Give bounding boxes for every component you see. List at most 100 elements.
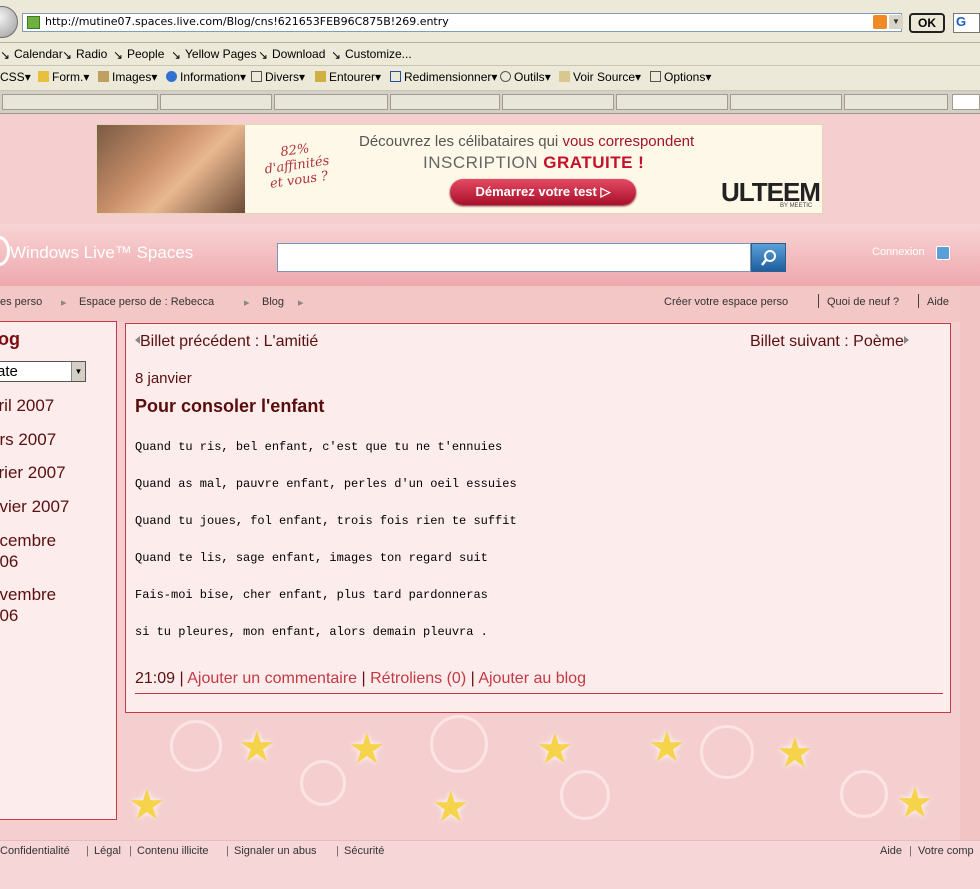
breadcrumb-separator-icon: ▸ [61,297,67,309]
create-space-link[interactable]: Créer votre espace perso [664,296,788,308]
browser-tab[interactable] [730,94,842,110]
page-edge [960,286,980,840]
browser-tab[interactable] [616,94,728,110]
breadcrumb-separator-icon: ▸ [298,297,304,309]
post-line: Quand tu joues, fol enfant, trois fois r… [135,514,517,528]
footer-account-link[interactable]: Votre comp [918,845,974,857]
swirl-decoration [840,770,888,818]
info-icon [166,71,177,82]
star-decoration: ★ [238,723,276,770]
arrow-right-icon: ▷ [600,184,611,199]
browser-tab[interactable] [390,94,500,110]
list-icon [251,71,262,82]
webdev-voir-source-menu[interactable]: Voir Source▾ [559,70,641,84]
star-decoration: ★ [128,781,166,828]
footer-separator: | [909,845,912,857]
post-line: Fais-moi bise, cher enfant, plus tard pa… [135,588,488,602]
bookmark-people[interactable]: ↘ People [113,47,164,62]
browser-tab[interactable] [160,94,272,110]
swirl-decoration [700,725,754,779]
webdev-divers-menu[interactable]: Divers▾ [251,70,305,84]
bookmark-radio[interactable]: ↘ Radio [62,47,107,62]
footer-separator: | [129,845,132,857]
star-decoration: ★ [432,783,470,830]
post-line: Quand as mal, pauvre enfant, perles d'un… [135,477,517,491]
post-title: Pour consoler l'enfant [135,396,325,416]
swirl-decoration [430,715,488,773]
url-input[interactable]: http://mutine07.spaces.live.com/Blog/cns… [22,13,903,32]
brand-title[interactable]: Windows Live™ Spaces [10,243,193,263]
url-text: http://mutine07.spaces.live.com/Blog/cns… [45,15,449,28]
post-line: Quand tu ris, bel enfant, c'est que tu n… [135,440,503,454]
images-icon [98,71,109,82]
ad-affinity-text: 82% d'affinités et vous ? [263,141,331,192]
footer-legal-link[interactable]: Légal [94,845,121,857]
webdev-css-menu[interactable]: CSS▾ [0,70,31,84]
browser-tab[interactable] [2,94,158,110]
search-icon [761,250,776,266]
footer-help-link[interactable]: Aide [880,845,902,857]
webdev-information-menu[interactable]: Information▾ [166,70,246,84]
bookmark-customize[interactable]: ↘ Customize... [331,47,412,62]
footer-illegal-content-link[interactable]: Contenu illicite [137,845,209,857]
add-to-blog-link[interactable]: Ajouter au blog [478,670,586,687]
browser-tab[interactable] [274,94,388,110]
resize-icon [390,71,401,82]
next-post-link[interactable]: Billet suivant : Poème [750,333,909,351]
footer-separator: | [226,845,229,857]
footer-privacy-link[interactable]: Confidentialité [0,845,70,857]
webdev-options-menu[interactable]: Options▾ [650,70,711,84]
trackbacks-link[interactable]: Rétroliens (0) [370,670,466,687]
archive-march-2007[interactable]: ars 2007 [0,429,56,450]
webdev-entourer-menu[interactable]: Entourer▾ [315,70,381,84]
bookmark-icon: ↘ [0,48,11,62]
clock-icon [500,71,511,82]
whats-new-link[interactable]: Quoi de neuf ? [827,296,899,308]
swirl-decoration [560,770,610,820]
source-icon [559,71,570,82]
archive-april-2007[interactable]: vril 2007 [0,395,54,416]
ad-couple-photo [97,125,245,213]
post-line: si tu pleures, mon enfant, alors demain … [135,625,488,639]
search-button[interactable] [751,243,786,272]
google-search-button[interactable]: G [953,13,980,33]
breadcrumb-espaces-perso[interactable]: es perso [0,296,42,308]
bookmark-icon: ↘ [258,48,269,62]
breadcrumb-blog[interactable]: Blog [262,296,284,308]
star-decoration: ★ [536,725,574,772]
go-button[interactable]: OK [909,13,945,33]
webdev-redimensionner-menu[interactable]: Redimensionner▾ [390,70,497,84]
webdev-outils-menu[interactable]: Outils▾ [500,70,551,84]
footer-security-link[interactable]: Sécurité [344,845,384,857]
chevron-down-icon[interactable]: ▼ [71,362,85,381]
archive-december-2006[interactable]: écembre 006 [0,530,56,572]
bookmark-download[interactable]: ↘ Download [258,47,325,62]
browser-tab[interactable] [844,94,948,110]
archive-january-2007[interactable]: nvier 2007 [0,496,69,517]
post-divider [135,693,943,694]
url-dropdown-icon[interactable]: ▼ [889,15,903,29]
archive-november-2006[interactable]: ovembre 006 [0,584,56,626]
ad-cta-button[interactable]: Démarrez votre test ▷ [450,179,636,205]
footer-report-abuse-link[interactable]: Signaler un abus [234,845,317,857]
ad-headline: Découvrez les célibataires qui vous corr… [359,133,695,150]
search-input[interactable] [277,243,751,272]
bookmarks-toolbar: ↘ Calendar ↘ Radio ↘ People ↘ Yellow Pages ↘… [0,43,980,66]
connexion-link[interactable]: Connexion [872,246,925,258]
browser-tab[interactable] [502,94,614,110]
rss-icon[interactable] [873,15,887,29]
bookmark-calendar[interactable]: ↘ Calendar [0,47,63,62]
bookmark-yellow-pages[interactable]: ↘ Yellow Pages [171,47,257,62]
ad-banner[interactable]: 82% d'affinités et vous ? Découvrez les … [96,124,823,214]
footer-separator: | [336,845,339,857]
help-link[interactable]: Aide [927,296,949,308]
webdev-images-menu[interactable]: Images▾ [98,70,157,84]
webdev-form-menu[interactable]: Form.▾ [38,70,89,84]
post-line: Quand te lis, sage enfant, images ton re… [135,551,488,565]
archive-february-2007[interactable]: vrier 2007 [0,462,66,483]
previous-post-link[interactable]: Billet précédent : L'amitié [135,333,318,351]
breadcrumb-espace-rebecca[interactable]: Espace perso de : Rebecca [79,296,214,308]
browser-tab-active[interactable] [952,94,980,110]
ad-subheadline: INSCRIPTION GRATUITE ! [423,153,645,172]
add-comment-link[interactable]: Ajouter un commentaire [187,670,357,687]
